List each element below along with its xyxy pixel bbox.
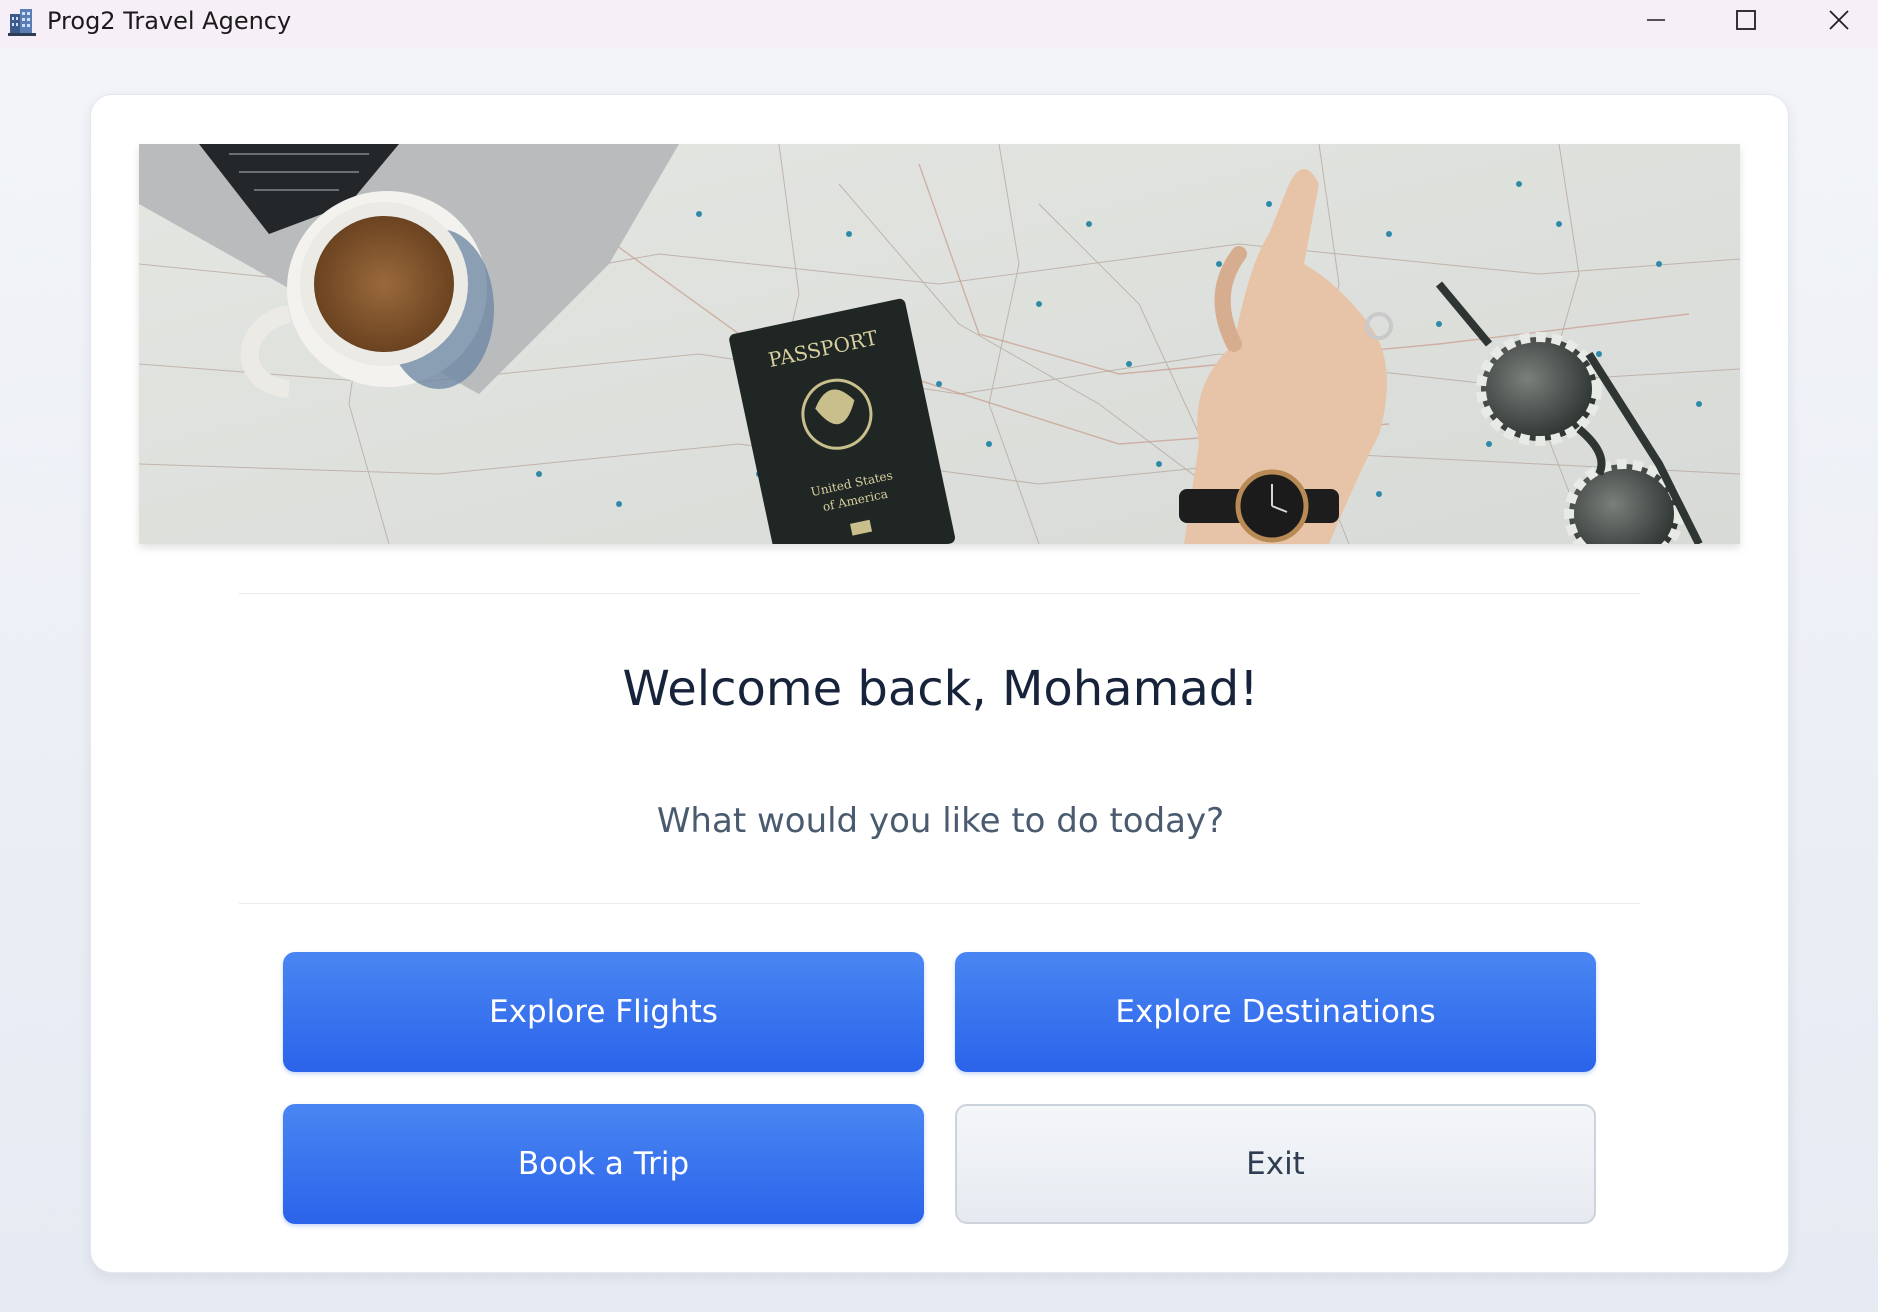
explore-flights-button[interactable]: Explore Flights: [283, 952, 924, 1072]
book-trip-button[interactable]: Book a Trip: [283, 1104, 924, 1224]
main-card: PASSPORT United States of America Welcom…: [90, 94, 1789, 1273]
close-button[interactable]: [1793, 0, 1878, 40]
travel-banner-image: PASSPORT United States of America: [139, 144, 1740, 544]
window-title: Prog2 Travel Agency: [47, 7, 292, 35]
window-titlebar: Prog2 Travel Agency: [0, 0, 1878, 48]
exit-button[interactable]: Exit: [955, 1104, 1596, 1224]
building-icon: [6, 6, 38, 38]
divider-top: [239, 593, 1640, 594]
divider-bottom: [239, 903, 1640, 904]
travel-banner-illustration: PASSPORT United States of America: [139, 144, 1740, 544]
maximize-icon: [1736, 10, 1756, 30]
welcome-heading: Welcome back, Mohamad!: [622, 661, 1259, 717]
minimize-button[interactable]: [1610, 0, 1702, 40]
maximize-button[interactable]: [1700, 0, 1792, 40]
close-icon: [1829, 10, 1849, 30]
explore-destinations-button[interactable]: Explore Destinations: [955, 952, 1596, 1072]
minimize-icon: [1647, 19, 1665, 21]
prompt-text: What would you like to do today?: [656, 801, 1225, 841]
